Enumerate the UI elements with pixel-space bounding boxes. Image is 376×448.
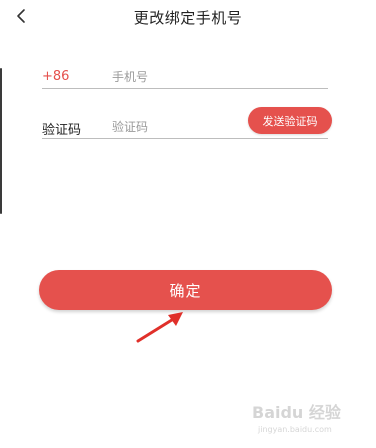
red-arrow-icon bbox=[136, 312, 183, 343]
country-code-prefix[interactable]: +86 bbox=[42, 69, 69, 84]
verification-code-input[interactable] bbox=[112, 116, 242, 138]
watermark-url: jingyan.baidu.com bbox=[257, 425, 332, 434]
send-code-button[interactable]: 发送验证码 bbox=[248, 107, 332, 134]
baidu-jingyan-watermark: Baidu 经验 jingyan.baidu.com bbox=[252, 403, 342, 434]
watermark-logo-text: Baidu 经验 bbox=[252, 403, 342, 422]
verification-code-label: 验证码 bbox=[42, 123, 82, 138]
header: 更改绑定手机号 bbox=[0, 0, 376, 36]
left-edge-bar bbox=[0, 68, 2, 214]
page-title: 更改绑定手机号 bbox=[133, 9, 243, 27]
phone-input[interactable] bbox=[112, 66, 322, 88]
confirm-button[interactable]: 确定 bbox=[39, 270, 332, 310]
phone-row: +86 bbox=[42, 66, 328, 89]
